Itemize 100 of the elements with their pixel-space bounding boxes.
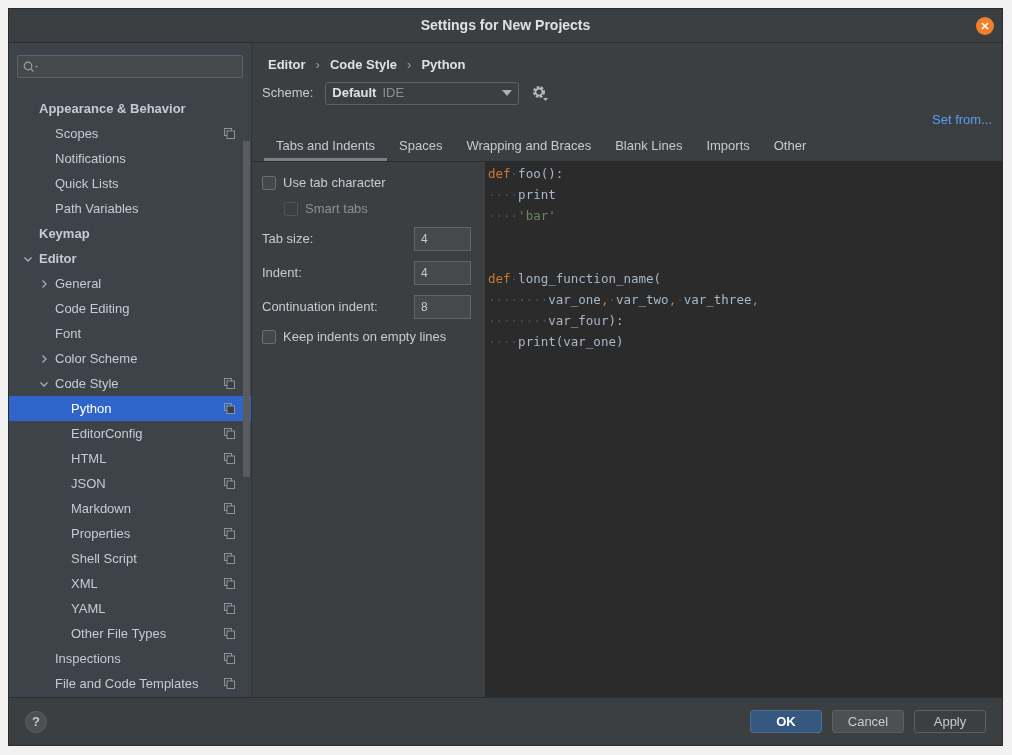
tab[interactable]: Tabs and Indents: [264, 133, 388, 161]
copy-icon: [224, 478, 235, 489]
tree-item[interactable]: Python: [9, 396, 251, 421]
chevron-right-icon[interactable]: [39, 278, 49, 289]
breadcrumb-separator: ›: [315, 56, 320, 75]
breadcrumb-item[interactable]: Code Style: [329, 55, 398, 75]
copy-icon: [224, 603, 235, 614]
tree-item[interactable]: Quick Lists: [9, 171, 251, 196]
tree-item-label: Scopes: [55, 124, 99, 143]
tree-item[interactable]: Appearance & Behavior: [9, 96, 251, 121]
tree-item[interactable]: Notifications: [9, 146, 251, 171]
scheme-name: Default: [332, 84, 377, 103]
code-line: def·long_function_name(: [488, 270, 662, 288]
option-label: Indent:: [262, 264, 302, 283]
tab[interactable]: Wrapping and Braces: [454, 133, 604, 161]
tree-item[interactable]: Code Editing: [9, 296, 251, 321]
chevron-right-icon[interactable]: [39, 353, 49, 364]
tree-item-label: Appearance & Behavior: [39, 99, 186, 118]
copy-icon: [224, 403, 235, 414]
copy-icon: [224, 628, 235, 639]
tree-item-label: HTML: [71, 449, 107, 468]
tree-item[interactable]: Markdown: [9, 496, 251, 521]
search-icon: [23, 60, 39, 73]
tree-item[interactable]: EditorConfig: [9, 421, 251, 446]
close-icon: [981, 22, 989, 30]
number-field[interactable]: 4: [414, 261, 471, 285]
tree-item-label: Inspections: [55, 649, 121, 668]
tab[interactable]: Blank Lines: [603, 133, 695, 161]
tree-item-label: File and Code Templates: [55, 674, 199, 693]
scrollbar[interactable]: [243, 141, 250, 477]
tree-item-label: YAML: [71, 599, 106, 618]
tab[interactable]: Imports: [694, 133, 762, 161]
copy-icon: [224, 503, 235, 514]
copy-icon: [224, 528, 235, 539]
tree-item-label: Editor: [39, 249, 77, 268]
window-title: Settings for New Projects: [420, 16, 591, 35]
tree-item[interactable]: Font: [9, 321, 251, 346]
copy-icon: [224, 378, 235, 389]
tree-item[interactable]: Other File Types: [9, 621, 251, 646]
code-line: def·foo():: [488, 165, 564, 183]
tree-item[interactable]: JSON: [9, 471, 251, 496]
checkbox-label: Use tab character: [283, 174, 386, 193]
copy-icon: [224, 678, 235, 689]
tree-item[interactable]: Keymap: [9, 221, 251, 246]
tree-item[interactable]: Scopes: [9, 121, 251, 146]
settings-icon[interactable]: [531, 84, 550, 102]
checkbox[interactable]: [262, 330, 276, 344]
number-field[interactable]: 8: [414, 295, 471, 319]
set-from-link[interactable]: Set from...: [932, 110, 992, 130]
dialog-button[interactable]: Cancel: [832, 710, 904, 733]
tree-item-label: EditorConfig: [71, 424, 143, 443]
help-button[interactable]: ?: [25, 710, 47, 733]
tree-item-label: Other File Types: [71, 624, 167, 643]
tree-item-label: Markdown: [71, 499, 131, 518]
tree-item-label: Python: [71, 399, 112, 418]
tree-item[interactable]: XML: [9, 571, 251, 596]
breadcrumb-separator: ›: [407, 56, 412, 75]
code-line: ····'bar': [488, 207, 556, 225]
tree-item-label: Color Scheme: [55, 349, 138, 368]
tree-item[interactable]: Properties: [9, 521, 251, 546]
tree-item[interactable]: YAML: [9, 596, 251, 621]
tree-item-label: JSON: [71, 474, 106, 493]
tree-item[interactable]: General: [9, 271, 251, 296]
tree-item-label: General: [55, 274, 102, 293]
tree-item-label: Path Variables: [55, 199, 139, 218]
close-button[interactable]: [976, 17, 994, 35]
option-label: Tab size:: [262, 230, 314, 249]
tree-item[interactable]: File and Code Templates: [9, 671, 251, 696]
copy-icon: [224, 578, 235, 589]
dialog-button[interactable]: OK: [750, 710, 822, 733]
tab[interactable]: Spaces: [387, 133, 455, 161]
tree-item-label: Quick Lists: [55, 174, 119, 193]
tab[interactable]: Other: [761, 133, 819, 161]
search-field[interactable]: [17, 55, 243, 78]
copy-icon: [224, 553, 235, 564]
tree-item-label: Notifications: [55, 149, 126, 168]
option-label: Continuation indent:: [262, 298, 378, 317]
breadcrumb-item[interactable]: Editor: [268, 55, 306, 75]
code-line: ····print: [488, 186, 556, 204]
tree-item[interactable]: Inspections: [9, 646, 251, 671]
code-line: ········var_four):: [488, 312, 624, 330]
tree-item-label: Font: [55, 324, 81, 343]
tree-item[interactable]: Editor: [9, 246, 251, 271]
tree-item[interactable]: Code Style: [9, 371, 251, 396]
tree-item[interactable]: Path Variables: [9, 196, 251, 221]
copy-icon: [224, 428, 235, 439]
tree-item[interactable]: HTML: [9, 446, 251, 471]
number-field[interactable]: 4: [414, 227, 471, 251]
tree-item[interactable]: Shell Script: [9, 546, 251, 571]
tree-item-label: XML: [71, 574, 98, 593]
checkbox-label: Keep indents on empty lines: [283, 328, 447, 347]
tree-item[interactable]: Color Scheme: [9, 346, 251, 371]
checkbox[interactable]: [262, 176, 276, 190]
code-line: ····print(var_one): [488, 333, 624, 351]
tree-item-label: Code Style: [55, 374, 119, 393]
scheme-tag: IDE: [382, 83, 405, 103]
scheme-dropdown[interactable]: Default IDE: [325, 81, 520, 105]
breadcrumb-item[interactable]: Python: [421, 55, 466, 75]
copy-icon: [224, 653, 235, 664]
tree-item-label: Keymap: [39, 224, 90, 243]
